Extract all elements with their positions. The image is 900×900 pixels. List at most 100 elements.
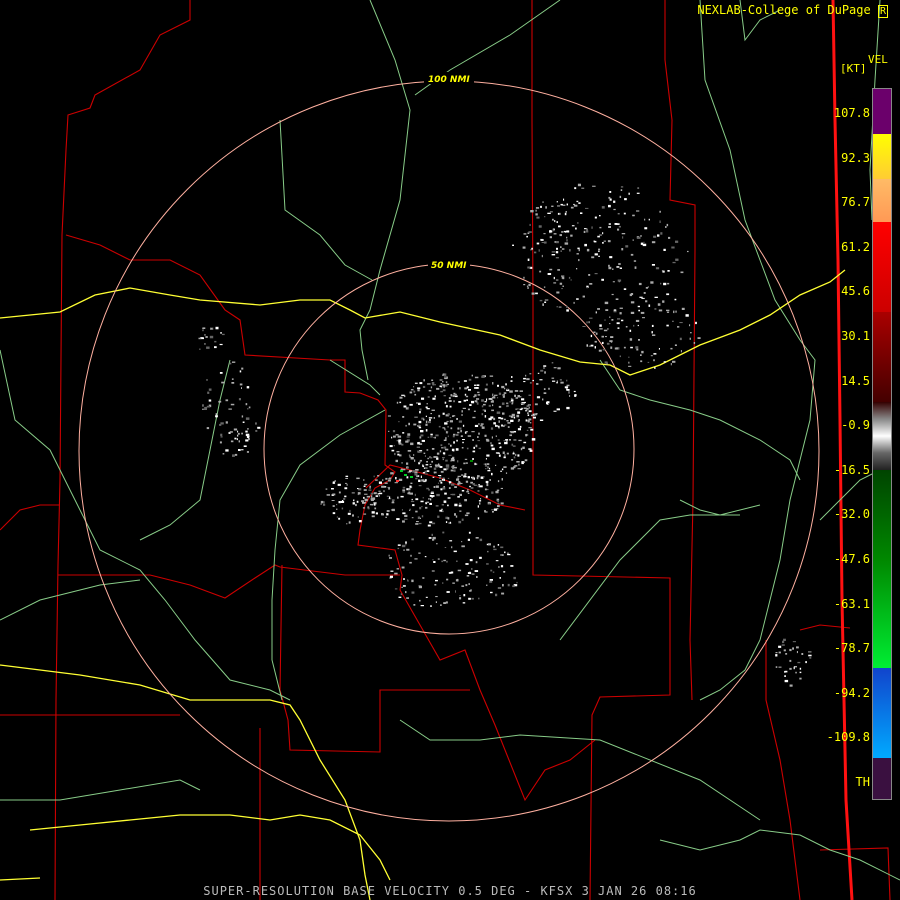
- echo-pixel: [513, 416, 516, 419]
- echo-pixel: [594, 253, 598, 256]
- echo-pixel: [220, 436, 223, 438]
- echo-pixel: [661, 270, 664, 272]
- echo-pixel: [697, 337, 701, 339]
- echo-pixel: [632, 239, 634, 241]
- echo-pixel: [410, 482, 413, 484]
- echo-pixel: [490, 442, 492, 445]
- echo-pixel: [338, 501, 341, 504]
- echo-pixel: [476, 384, 480, 386]
- echo-pixel: [241, 387, 242, 389]
- echo-pixel: [556, 221, 558, 223]
- echo-pixel: [557, 205, 560, 207]
- echo-pixel: [484, 388, 488, 391]
- echo-pixel: [454, 486, 457, 488]
- echo-pixel: [507, 583, 510, 587]
- echo-pixel: [553, 282, 557, 284]
- echo-pixel: [493, 508, 498, 511]
- echo-pixel: [593, 331, 596, 333]
- echo-pixel: [447, 477, 450, 479]
- echo-pixel: [547, 273, 552, 275]
- echo-pixel: [561, 276, 563, 279]
- echo-pixel: [670, 347, 673, 350]
- echo-pixel: [490, 444, 494, 447]
- echo-pixel: [557, 367, 561, 370]
- echo-pixel: [499, 577, 501, 579]
- echo-pixel: [433, 561, 436, 563]
- echo-pixel: [431, 379, 434, 381]
- echo-pixel: [574, 187, 577, 190]
- echo-pixel: [452, 493, 456, 496]
- echo-pixel: [461, 474, 464, 476]
- echo-pixel: [548, 387, 550, 390]
- legend-label: 45.6: [841, 284, 870, 299]
- echo-pixel: [449, 405, 452, 408]
- echo-pixel: [214, 346, 217, 349]
- echo-pixel: [465, 563, 469, 565]
- echo-pixel: [439, 477, 441, 479]
- echo-pixel: [481, 375, 485, 378]
- echo-pixel: [426, 403, 428, 405]
- echo-pixel: [487, 469, 491, 472]
- echo-pixel: [581, 187, 585, 189]
- echo-pixel: [398, 478, 403, 481]
- echo-pixel: [576, 200, 579, 202]
- echo-pixel: [638, 309, 640, 312]
- echo-pixel: [543, 365, 547, 367]
- echo-pixel: [477, 440, 480, 442]
- echo-pixel: [653, 235, 657, 238]
- echo-pixel: [523, 276, 525, 279]
- echo-pixel: [399, 396, 403, 399]
- echo-pixel: [481, 405, 484, 408]
- echo-pixel: [543, 388, 546, 390]
- echo-pixel: [400, 495, 404, 498]
- echo-pixel: [610, 346, 613, 349]
- echo-pixel: [209, 335, 214, 339]
- echo-pixel: [423, 452, 426, 454]
- echo-pixel: [401, 586, 403, 588]
- echo-pixel: [232, 361, 236, 363]
- echo-pixel: [205, 336, 208, 338]
- echo-pixel: [495, 435, 497, 437]
- echo-pixel: [448, 397, 451, 400]
- echo-pixel: [638, 339, 640, 341]
- echo-pixel: [452, 465, 455, 467]
- echo-pixel: [415, 510, 418, 513]
- echo-pixel: [625, 326, 628, 328]
- echo-pixel: [574, 394, 576, 397]
- echo-pixel: [406, 476, 409, 479]
- echo-pixel: [479, 485, 483, 488]
- echo-pixel: [443, 446, 447, 449]
- echo-pixel: [601, 278, 604, 281]
- echo-pixel: [808, 651, 812, 653]
- registered-mark: R: [877, 5, 888, 18]
- echo-pixel: [471, 597, 474, 600]
- echo-pixel: [535, 209, 537, 212]
- echo-pixel: [576, 298, 579, 300]
- echo-pixel: [471, 400, 475, 404]
- echo-pixel: [401, 544, 406, 548]
- echo-pixel: [449, 540, 453, 542]
- echo-pixel: [473, 410, 476, 412]
- echo-pixel: [220, 422, 224, 425]
- echo-pixel: [796, 651, 798, 654]
- echo-pixel: [431, 533, 433, 536]
- echo-pixel: [559, 213, 561, 215]
- echo-pixel: [633, 324, 635, 327]
- echo-pixel: [425, 423, 428, 426]
- echo-pixel: [588, 321, 590, 324]
- credit-text: NEXLAB-College of DuPage: [697, 3, 871, 17]
- echo-pixel: [498, 566, 500, 568]
- echo-pixel: [456, 439, 458, 442]
- echo-pixel: [543, 233, 546, 235]
- echo-pixel: [614, 347, 618, 350]
- echo-pixel: [435, 601, 437, 603]
- echo-pixel: [388, 430, 390, 432]
- echo-pixel: [413, 423, 417, 426]
- echo-pixel: [457, 427, 459, 430]
- echo-pixel: [608, 226, 611, 228]
- echo-pixel: [386, 510, 390, 512]
- echo-pixel: [371, 511, 375, 514]
- echo-pixel: [454, 503, 458, 507]
- echo-pixel: [475, 537, 479, 539]
- echo-pixel: [237, 432, 240, 435]
